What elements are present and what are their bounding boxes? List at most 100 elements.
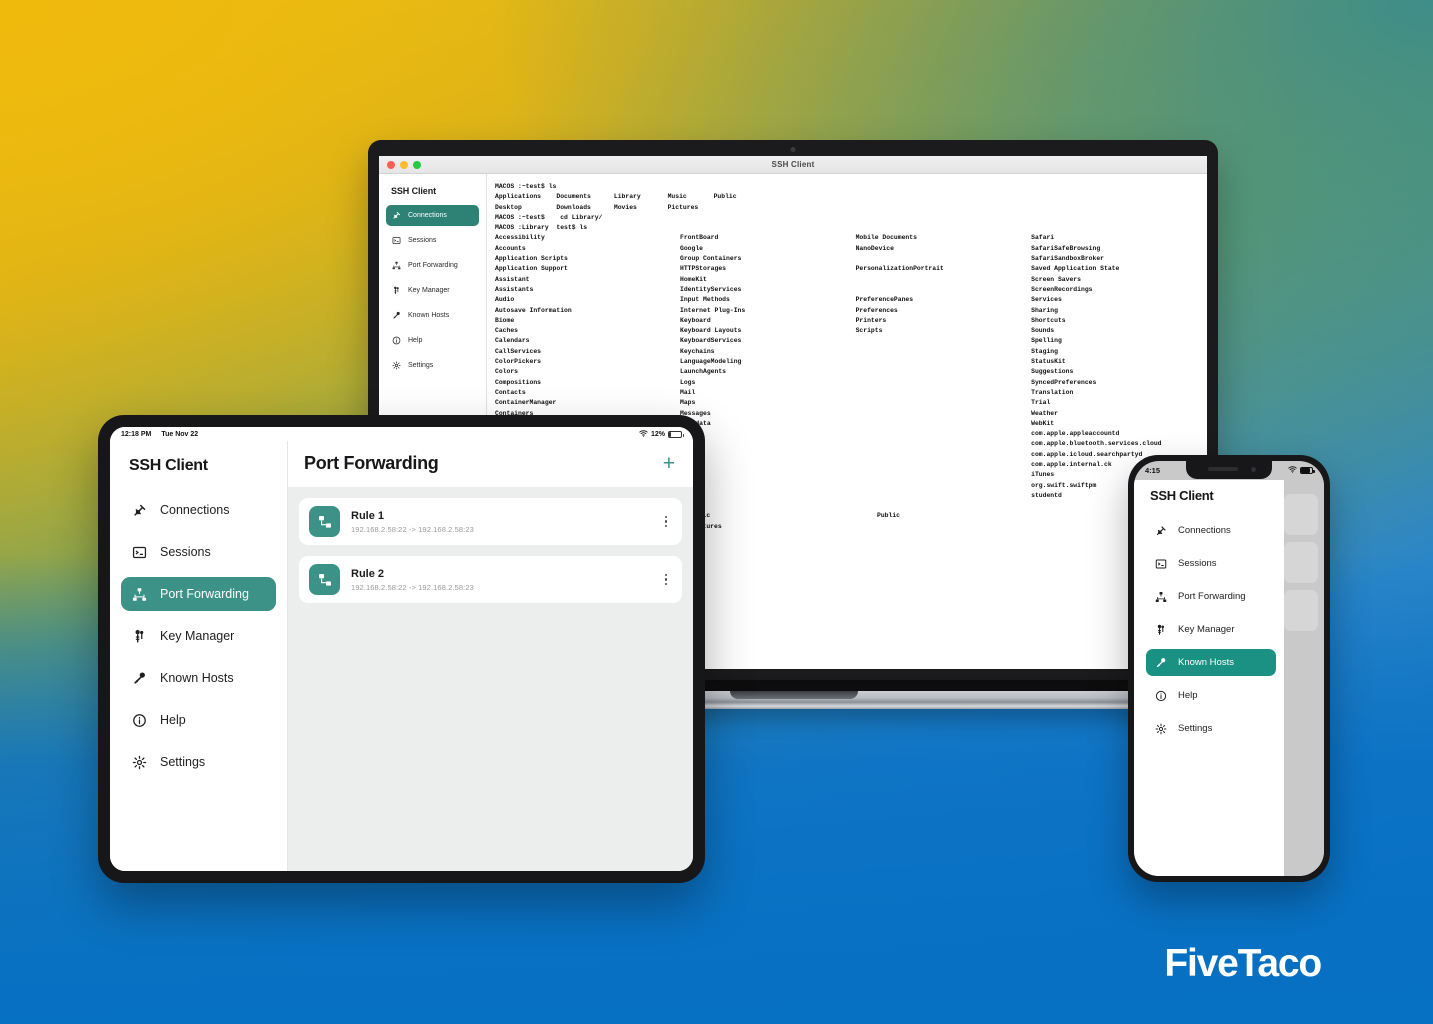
plug-icon bbox=[1154, 524, 1167, 537]
sidebar-item-key-manager[interactable]: Key Manager bbox=[121, 619, 276, 653]
tablet-device: 12:18 PM Tue Nov 22 12% SSH Client Conne… bbox=[98, 415, 705, 883]
key-icon bbox=[1154, 656, 1167, 669]
sidebar-item-port-forwarding[interactable]: Port Forwarding bbox=[121, 577, 276, 611]
tablet-app-title: SSH Client bbox=[129, 457, 208, 474]
sidebar-item-label: Connections bbox=[160, 503, 230, 517]
port-forward-icon bbox=[309, 506, 340, 537]
sidebar-item-label: Known Hosts bbox=[1178, 657, 1234, 668]
sidebar-item-label: Key Manager bbox=[408, 287, 450, 294]
sidebar-item-sessions[interactable]: Sessions bbox=[121, 535, 276, 569]
list-item[interactable] bbox=[1284, 494, 1318, 535]
port-forwarding-rule-list: Rule 1 192.168.2.58:22 -> 192.168.2.58:2… bbox=[288, 487, 693, 614]
key-ring-icon bbox=[1154, 623, 1167, 636]
sidebar-item-key-manager[interactable]: Key Manager bbox=[386, 280, 479, 301]
phone-screen: 4:15 SSH Client Connections Sessions Por… bbox=[1134, 461, 1324, 876]
phone-status-time: 4:15 bbox=[1145, 466, 1161, 475]
sidebar-item-key-manager[interactable]: Key Manager bbox=[1146, 616, 1276, 643]
phone-status-right bbox=[1288, 466, 1315, 475]
sidebar-item-label: Sessions bbox=[160, 545, 211, 559]
tablet-status-bar: 12:18 PM Tue Nov 22 12% bbox=[110, 427, 693, 441]
sidebar-item-known-hosts[interactable]: Known Hosts bbox=[121, 661, 276, 695]
gear-icon bbox=[131, 754, 147, 770]
sidebar-item-port-forwarding[interactable]: Port Forwarding bbox=[1146, 583, 1276, 610]
key-icon bbox=[131, 670, 147, 686]
sidebar-item-label: Sessions bbox=[408, 237, 437, 244]
tablet-status-right: 12% bbox=[639, 429, 684, 439]
sidebar-item-connections[interactable]: Connections bbox=[1146, 517, 1276, 544]
tablet-screen: 12:18 PM Tue Nov 22 12% SSH Client Conne… bbox=[110, 427, 693, 871]
sidebar-item-label: Port Forwarding bbox=[160, 587, 249, 601]
rule-text: Rule 2 192.168.2.58:22 -> 192.168.2.58:2… bbox=[351, 568, 649, 592]
page-title: Port Forwarding bbox=[304, 453, 439, 473]
tablet-sidebar: SSH Client Connections Sessions Port For… bbox=[110, 441, 288, 871]
phone-status-bar: 4:15 bbox=[1134, 461, 1324, 480]
sidebar-item-label: Key Manager bbox=[1178, 624, 1235, 635]
battery-icon bbox=[668, 430, 684, 438]
sidebar-item-label: Known Hosts bbox=[160, 671, 234, 685]
key-icon bbox=[392, 311, 401, 320]
sidebar-item-label: Settings bbox=[1178, 723, 1213, 734]
sidebar-item-label: Connections bbox=[408, 212, 447, 219]
phone-device: 4:15 SSH Client Connections Sessions Por… bbox=[1128, 455, 1330, 882]
terminal-icon bbox=[131, 544, 147, 560]
gear-icon bbox=[392, 361, 401, 370]
sidebar-item-known-hosts[interactable]: Known Hosts bbox=[386, 305, 479, 326]
list-item[interactable]: Rule 1 192.168.2.58:22 -> 192.168.2.58:2… bbox=[299, 498, 682, 545]
list-item[interactable]: Rule 2 192.168.2.58:22 -> 192.168.2.58:2… bbox=[299, 556, 682, 603]
info-circle-icon bbox=[392, 336, 401, 345]
phone-sidebar: SSH Client Connections Sessions Port For… bbox=[1134, 480, 1284, 876]
mac-app-title: SSH Client bbox=[391, 186, 437, 196]
sidebar-item-connections[interactable]: Connections bbox=[121, 493, 276, 527]
wifi-icon bbox=[639, 429, 648, 439]
list-item[interactable] bbox=[1284, 590, 1318, 631]
tablet-app-body: SSH Client Connections Sessions Port For… bbox=[110, 441, 693, 871]
sidebar-item-port-forwarding[interactable]: Port Forwarding bbox=[386, 255, 479, 276]
sidebar-item-label: Sessions bbox=[1178, 558, 1217, 569]
wifi-icon bbox=[1288, 466, 1297, 475]
sidebar-item-label: Help bbox=[1178, 690, 1198, 701]
sidebar-item-label: Settings bbox=[408, 362, 434, 369]
tablet-battery-percent: 12% bbox=[650, 430, 665, 438]
sidebar-item-label: Help bbox=[408, 337, 423, 344]
rule-text: Rule 1 192.168.2.58:22 -> 192.168.2.58:2… bbox=[351, 510, 649, 534]
terminal-line-5: MACOS :Library test$ ls bbox=[495, 224, 588, 232]
terminal-icon bbox=[1154, 557, 1167, 570]
phone-app-title: SSH Client bbox=[1150, 488, 1214, 503]
rule-overflow-menu-icon[interactable] bbox=[660, 572, 672, 587]
terminal-tail-column-2: Public bbox=[877, 512, 901, 520]
network-node-icon bbox=[1154, 590, 1167, 603]
mac-window-title: SSH Client bbox=[771, 160, 815, 169]
list-item[interactable] bbox=[1284, 542, 1318, 583]
rule-detail: 192.168.2.58:22 -> 192.168.2.58:23 bbox=[351, 582, 474, 592]
network-node-icon bbox=[131, 586, 147, 602]
sidebar-item-settings[interactable]: Settings bbox=[1146, 715, 1276, 742]
sidebar-item-help[interactable]: Help bbox=[386, 330, 479, 351]
sidebar-item-connections[interactable]: Connections bbox=[386, 205, 479, 226]
rule-overflow-menu-icon[interactable] bbox=[660, 514, 672, 529]
plug-icon bbox=[392, 211, 401, 220]
terminal-column-3: Mobile Documents NanoDevice Personalizat… bbox=[855, 234, 944, 335]
phone-content-behind-drawer bbox=[1284, 480, 1324, 876]
sidebar-item-label: Connections bbox=[1178, 525, 1231, 536]
network-node-icon bbox=[392, 261, 401, 270]
tablet-status-date: Tue Nov 22 bbox=[161, 430, 199, 438]
brand-logo: FiveTaco bbox=[1164, 942, 1322, 985]
sidebar-item-sessions[interactable]: Sessions bbox=[386, 230, 479, 251]
sidebar-item-label: Key Manager bbox=[160, 629, 235, 643]
sidebar-item-known-hosts[interactable]: Known Hosts bbox=[1146, 649, 1276, 676]
sidebar-item-help[interactable]: Help bbox=[121, 703, 276, 737]
laptop-base-notch bbox=[729, 691, 858, 699]
tablet-status-left: 12:18 PM Tue Nov 22 bbox=[121, 431, 198, 438]
info-circle-icon bbox=[131, 712, 147, 728]
sidebar-item-sessions[interactable]: Sessions bbox=[1146, 550, 1276, 577]
sidebar-item-help[interactable]: Help bbox=[1146, 682, 1276, 709]
terminal-tail-column-1: Music Pictures bbox=[691, 512, 722, 530]
phone-app-body: SSH Client Connections Sessions Port For… bbox=[1134, 480, 1324, 876]
sidebar-item-settings[interactable]: Settings bbox=[386, 355, 479, 376]
sidebar-item-label: Help bbox=[160, 713, 186, 727]
rule-name: Rule 2 bbox=[351, 567, 385, 580]
info-circle-icon bbox=[1154, 689, 1167, 702]
add-rule-button[interactable]: + bbox=[661, 453, 677, 474]
sidebar-item-settings[interactable]: Settings bbox=[121, 745, 276, 779]
mac-window-titlebar: SSH Client bbox=[379, 156, 1207, 174]
